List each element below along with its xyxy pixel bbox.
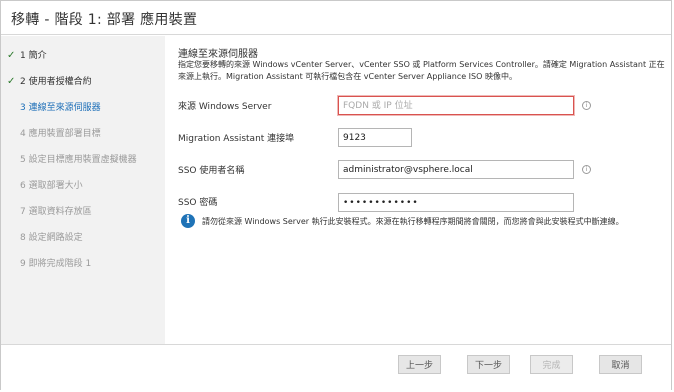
step-1-intro[interactable]: ✓ 1 簡介 — [1, 46, 165, 66]
step-label: 7 選取資料存放區 — [20, 207, 92, 217]
wizard-title-bar: 移轉 - 階段 1: 部署 應用裝置 — [1, 1, 671, 35]
port-label: Migration Assistant 連接埠 — [178, 134, 295, 144]
step-label: 9 即將完成階段 1 — [20, 259, 92, 269]
port-input[interactable] — [338, 128, 412, 147]
info-circle-icon: i — [181, 214, 195, 228]
step-label: 5 設定目標應用裝置虛擬機器 — [20, 155, 137, 165]
next-button[interactable]: 下一步 — [467, 355, 510, 374]
source-server-label: 來源 Windows Server — [178, 102, 272, 112]
section-description: 指定您要移轉的來源 Windows vCenter Server、vCenter… — [178, 60, 665, 81]
sso-password-input[interactable] — [338, 193, 574, 212]
step-label: 8 設定網路設定 — [20, 233, 83, 243]
source-server-input[interactable] — [338, 96, 574, 115]
check-icon: ✓ — [7, 76, 16, 87]
step-7-datastore: 7 選取資料存放區 — [1, 202, 165, 222]
step-label: 2 使用者授權合約 — [20, 77, 92, 87]
info-hint-icon[interactable]: i — [582, 101, 591, 110]
section-title: 連線至來源伺服器 — [178, 49, 258, 60]
finish-button: 完成 — [530, 355, 573, 374]
info-hint-icon[interactable]: i — [582, 165, 591, 174]
step-3-connect-source[interactable]: 3 連線至來源伺服器 — [1, 98, 165, 118]
cancel-button[interactable]: 取消 — [599, 355, 642, 374]
wizard-footer: 上一步 下一步 完成 取消 — [1, 344, 671, 390]
wizard-content: 連線至來源伺服器 指定您要移轉的來源 Windows vCenter Serve… — [165, 36, 671, 344]
step-label: 3 連線至來源伺服器 — [20, 103, 101, 113]
sso-username-input[interactable] — [338, 160, 574, 179]
back-button[interactable]: 上一步 — [398, 355, 441, 374]
step-4-deploy-target: 4 應用裝置部署目標 — [1, 124, 165, 144]
info-note: 請勿從來源 Windows Server 執行此安裝程式。來源在執行移轉程序期間… — [202, 217, 624, 226]
step-label: 1 簡介 — [20, 51, 47, 61]
step-6-deploy-size: 6 選取部署大小 — [1, 176, 165, 196]
migration-wizard-window: 移轉 - 階段 1: 部署 應用裝置 ✓ 1 簡介 ✓ 2 使用者授權合約 3 … — [0, 0, 672, 390]
step-2-eula[interactable]: ✓ 2 使用者授權合約 — [1, 72, 165, 92]
sso-password-label: SSO 密碼 — [178, 198, 218, 208]
step-label: 4 應用裝置部署目標 — [20, 129, 101, 139]
check-icon: ✓ — [7, 50, 16, 61]
sso-username-label: SSO 使用者名稱 — [178, 166, 245, 176]
wizard-title: 移轉 - 階段 1: 部署 應用裝置 — [11, 12, 198, 28]
step-9-ready: 9 即將完成階段 1 — [1, 254, 165, 274]
step-8-network: 8 設定網路設定 — [1, 228, 165, 248]
step-label: 6 選取部署大小 — [20, 181, 83, 191]
step-5-target-vm: 5 設定目標應用裝置虛擬機器 — [1, 150, 165, 170]
wizard-steps-sidebar: ✓ 1 簡介 ✓ 2 使用者授權合約 3 連線至來源伺服器 4 應用裝置部署目標… — [1, 36, 165, 344]
